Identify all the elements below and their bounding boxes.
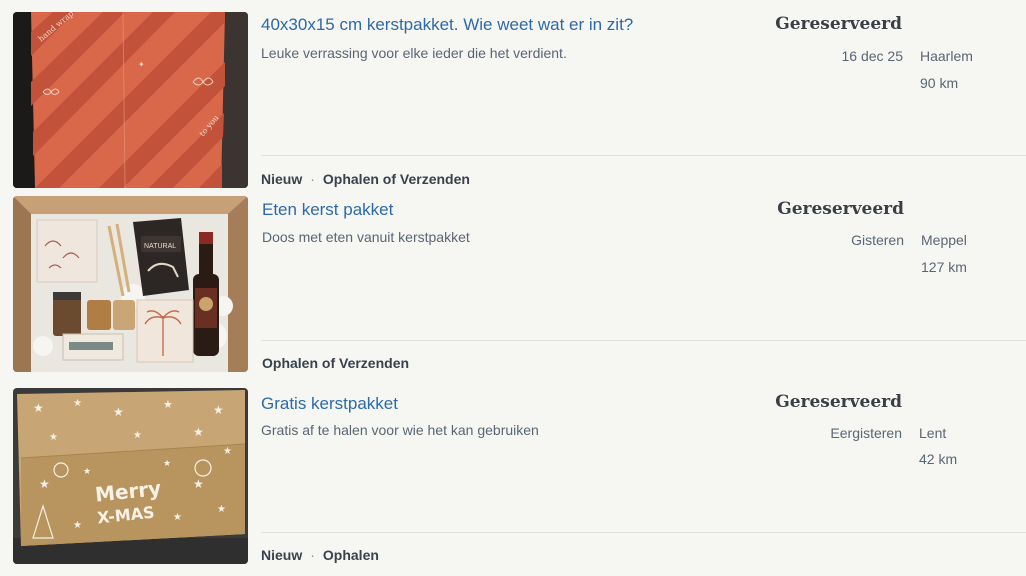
svg-text:★: ★	[49, 432, 58, 443]
listing-title[interactable]: 40x30x15 cm kerstpakket. Wie weet wat er…	[261, 15, 633, 35]
listing-tags: Ophalen of Verzenden	[262, 355, 409, 371]
listing-date: 16 dec 25	[841, 48, 904, 64]
listing-thumbnail[interactable]: ★ ★ ★ ★ ★ ★ ★ ★ ★ ★ ★ ★ ★ ★ ★ ★ Merry X-MAS	[13, 388, 248, 564]
gift-box-image: hand wrap to you ✦	[13, 12, 248, 188]
tag: Nieuw	[261, 171, 303, 187]
svg-text:★: ★	[113, 405, 124, 419]
svg-text:★: ★	[163, 458, 171, 468]
listing-title[interactable]: Gratis kerstpakket	[261, 394, 398, 414]
food-package-image: NATURAL	[13, 196, 248, 372]
tag-separator: ·	[310, 547, 315, 563]
listing-title[interactable]: Eten kerst pakket	[262, 200, 393, 220]
tag: Ophalen of Verzenden	[262, 355, 410, 371]
svg-text:★: ★	[193, 425, 204, 439]
svg-text:★: ★	[163, 399, 173, 411]
listing-date: Gisteren	[851, 232, 904, 248]
listing-thumbnail[interactable]: NATURAL	[13, 196, 248, 372]
listing-description: Gratis af te halen voor wie het kan gebr…	[261, 422, 539, 438]
svg-text:★: ★	[217, 504, 226, 515]
listing-description: Doos met eten vanuit kerstpakket	[262, 229, 470, 245]
divider	[261, 340, 1026, 341]
status-badge: Gereserveerd	[777, 199, 904, 219]
tag-separator: ·	[310, 171, 315, 187]
status-badge: Gereserveerd	[775, 14, 902, 34]
tag: Ophalen	[322, 547, 379, 563]
svg-text:★: ★	[133, 430, 142, 441]
svg-text:★: ★	[73, 398, 82, 409]
listing-item[interactable]: hand wrap to you ✦ 40x30x15 cm kerstpakk…	[0, 0, 1026, 192]
listing-city: Haarlem	[920, 48, 973, 64]
listing-city: Lent	[919, 425, 947, 441]
tag: Nieuw	[261, 547, 303, 563]
listing-distance: 90 km	[920, 75, 959, 91]
listing-thumbnail[interactable]: hand wrap to you ✦	[13, 12, 248, 188]
svg-text:★: ★	[223, 446, 232, 457]
divider	[261, 155, 1026, 156]
svg-text:★: ★	[33, 401, 44, 415]
listing-city: Meppel	[921, 232, 967, 248]
svg-text:NATURAL: NATURAL	[144, 243, 176, 250]
listing-tags: Nieuw · Ophalen	[261, 547, 379, 563]
listing-item[interactable]: ★ ★ ★ ★ ★ ★ ★ ★ ★ ★ ★ ★ ★ ★ ★ ★ Merry X-MAS Grat…	[0, 384, 1026, 576]
svg-text:✦: ✦	[138, 60, 145, 69]
svg-text:★: ★	[213, 403, 224, 417]
status-badge: Gereserveerd	[775, 392, 902, 412]
listing-date: Eergisteren	[830, 425, 902, 441]
svg-text:★: ★	[73, 520, 82, 531]
listing-item[interactable]: NATURAL Eten kerst pakket Doos met eten …	[0, 192, 1026, 384]
tag: Ophalen of Verzenden	[322, 171, 470, 187]
listing-description: Leuke verrassing voor elke ieder die het…	[261, 45, 567, 61]
svg-text:★: ★	[173, 512, 182, 523]
divider	[261, 532, 1026, 533]
listing-tags: Nieuw · Ophalen of Verzenden	[261, 171, 470, 187]
gift-box-image: ★ ★ ★ ★ ★★ ★ ★ ★★ ★★ ★★ ★★ Merry X-MAS	[13, 388, 248, 564]
svg-text:★: ★	[83, 466, 91, 476]
listing-distance: 127 km	[921, 259, 967, 275]
listing-distance: 42 km	[919, 451, 958, 467]
svg-text:★: ★	[193, 477, 204, 491]
svg-text:★: ★	[39, 477, 50, 491]
